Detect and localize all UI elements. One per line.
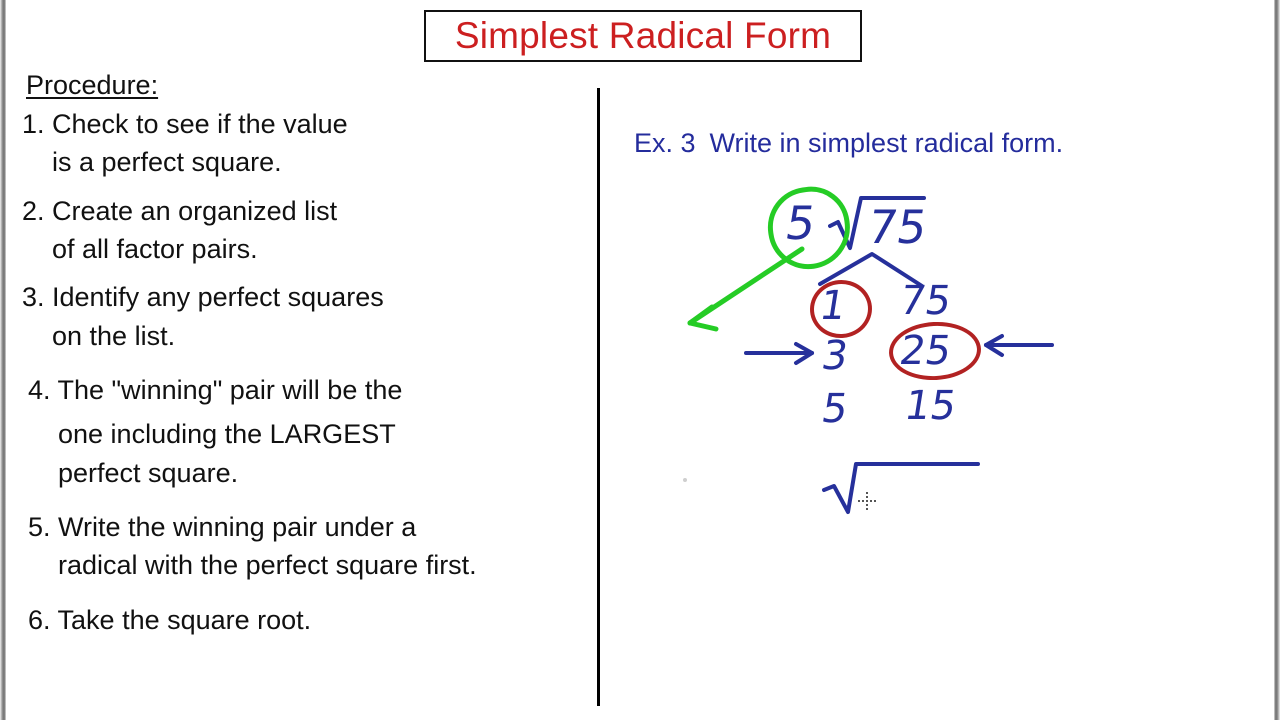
- blue-arrow-right-icon: [744, 342, 814, 365]
- step-line: radical with the perfect square first.: [58, 550, 477, 581]
- step-line: 1. Check to see if the value: [22, 109, 348, 139]
- step-line: 6. Take the square root.: [28, 604, 312, 635]
- factor-value: 75: [896, 278, 955, 324]
- procedure-step: 6. Take the square root.: [28, 601, 588, 639]
- step-line: one including the LARGEST: [58, 419, 396, 450]
- panel-divider: [597, 88, 600, 706]
- ink-artifact-dot: [683, 478, 687, 482]
- pen-cursor-crosshair[interactable]: [858, 492, 876, 510]
- whiteboard-canvas: Simplest Radical Form Procedure: 1. Chec…: [0, 0, 1280, 720]
- step-line: of all factor pairs.: [52, 233, 258, 264]
- expression-radicand: 75: [863, 200, 931, 254]
- procedure-heading: Procedure:: [26, 70, 159, 100]
- procedure-step: 1. Check to see if the value is a perfec…: [22, 105, 588, 182]
- page-edge-left: [0, 0, 6, 720]
- example-instruction: Write in simplest radical form.: [709, 128, 1064, 158]
- step-line: 5. Write the winning pair under a: [28, 511, 417, 542]
- example-label: Ex. 3: [634, 128, 696, 158]
- step-line: is a perfect square.: [52, 147, 282, 178]
- example-heading: Ex. 3 Write in simplest radical form.: [634, 128, 1063, 159]
- procedure-panel: Procedure: 1. Check to see if the value …: [22, 70, 588, 639]
- lesson-title-box: Simplest Radical Form: [424, 10, 862, 62]
- page-edge-right: [1274, 0, 1280, 720]
- step-line: 3. Identify any perfect squares: [22, 282, 384, 313]
- procedure-step: 5. Write the winning pair under a radica…: [28, 508, 588, 585]
- step-line: 2. Create an organized list: [22, 195, 338, 226]
- procedure-step: 3. Identify any perfect squares on the l…: [22, 278, 588, 355]
- procedure-step: 2. Create an organized list of all facto…: [22, 192, 588, 269]
- green-pointer-arrow-icon: [687, 246, 805, 332]
- step-line: 4. The "winning" pair will be the: [28, 374, 403, 405]
- step-line: on the list.: [52, 320, 176, 351]
- blue-arrow-left-icon: [984, 334, 1054, 357]
- answer-radical-symbol-icon: [822, 462, 980, 514]
- lesson-title: Simplest Radical Form: [454, 15, 832, 56]
- step-line: perfect square.: [58, 457, 239, 488]
- procedure-step: 4. The "winning" pair will be the one in…: [28, 371, 588, 492]
- factor-value: 15: [901, 383, 960, 429]
